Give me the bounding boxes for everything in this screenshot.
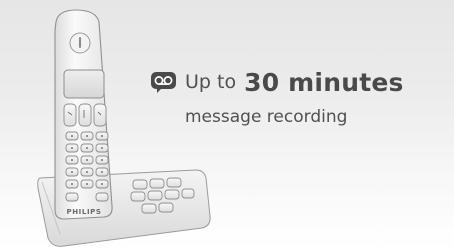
- handset-display: [63, 69, 105, 99]
- brand-logo: PHILIPS: [66, 208, 101, 216]
- headline: Up to 30 minutes: [150, 60, 450, 104]
- promo-banner: PHILIPS Up to 30 minutes message recordi…: [0, 0, 454, 249]
- voicemail-icon: [151, 71, 176, 93]
- headline-highlight: 30 minutes: [244, 67, 404, 97]
- handset-nav-keys: [63, 103, 107, 127]
- headline-prefix: Up to: [185, 71, 237, 93]
- headline-subtitle: message recording: [185, 107, 348, 127]
- handset: PHILIPS: [54, 9, 113, 220]
